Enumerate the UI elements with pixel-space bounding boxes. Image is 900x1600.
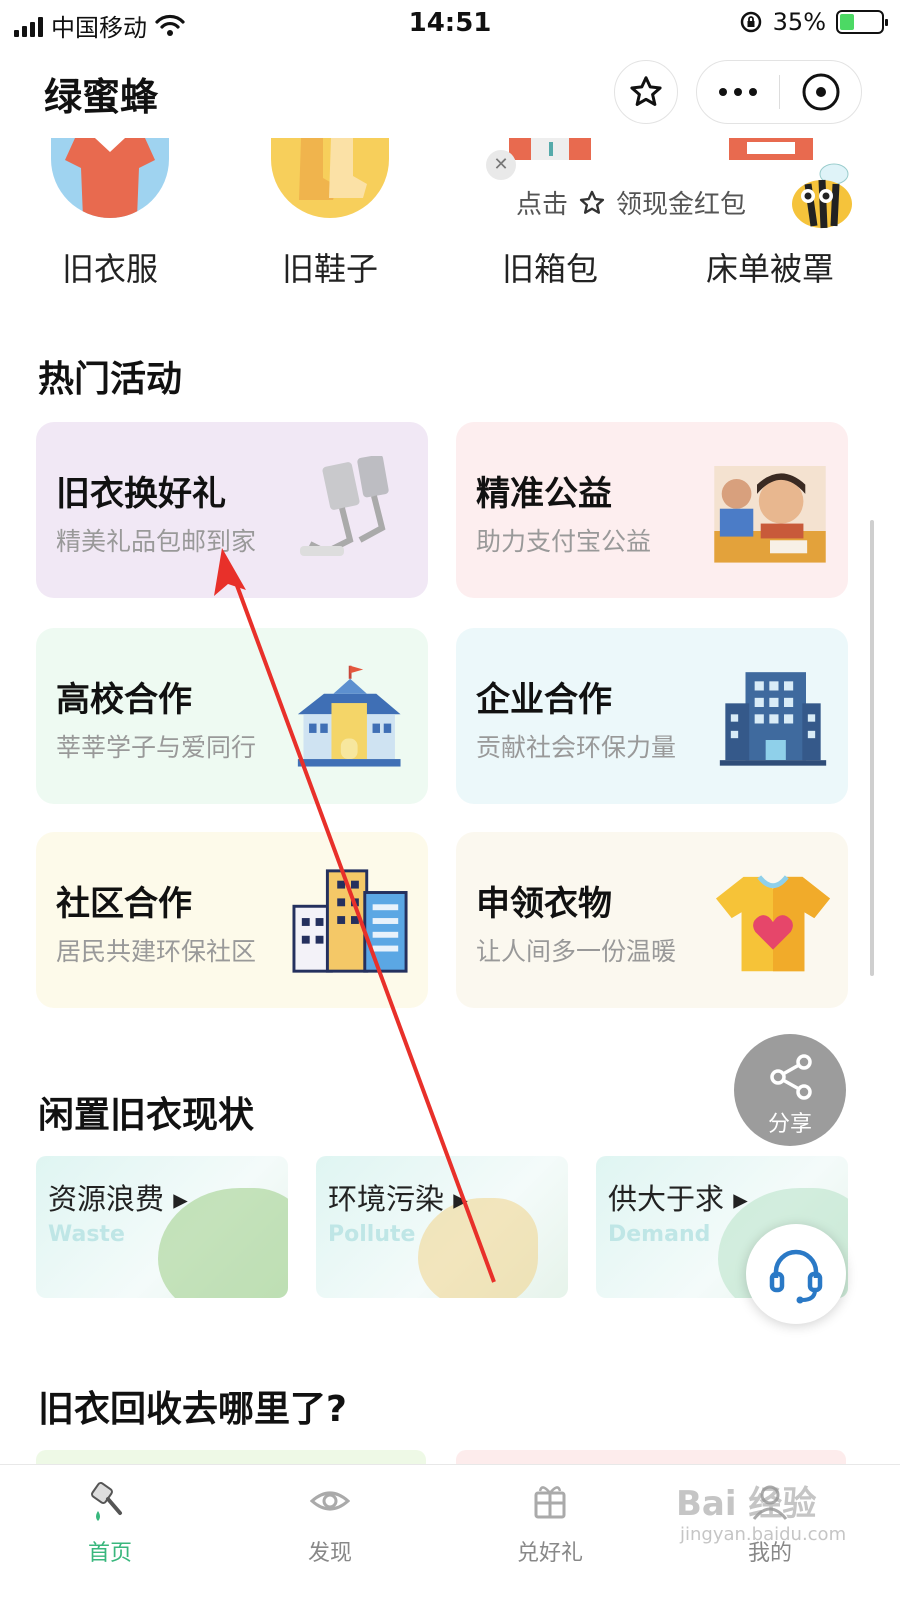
red-packet-label: 领现金红包 bbox=[616, 190, 747, 220]
card-precise-charity[interactable]: 精准公益 助力支付宝公益 bbox=[456, 422, 848, 598]
orientation-lock-icon bbox=[740, 11, 761, 33]
status-card-label: 供大于求 bbox=[608, 1182, 725, 1216]
star-icon bbox=[630, 76, 662, 106]
status-card-en: Pollute bbox=[328, 1222, 416, 1247]
share-button[interactable]: 分享 bbox=[734, 1034, 846, 1146]
card-subtitle: 居民共建环保社区 bbox=[56, 937, 257, 966]
status-card-title: 资源浪费 ▸ bbox=[48, 1182, 188, 1216]
card-title: 旧衣换好礼 bbox=[56, 474, 226, 514]
more-dots-icon bbox=[719, 88, 757, 96]
bee-mascot-icon bbox=[792, 163, 852, 229]
close-icon[interactable]: ✕ bbox=[486, 150, 516, 180]
gift-icon bbox=[534, 1486, 566, 1519]
school-icon bbox=[297, 665, 401, 767]
status-card-en: Waste bbox=[48, 1222, 125, 1247]
card-subtitle: 精美礼品包邮到家 bbox=[56, 527, 257, 556]
battery-percent: 35% bbox=[772, 8, 826, 36]
more-options-button[interactable] bbox=[697, 61, 779, 123]
card-clothes-for-gifts[interactable]: 旧衣换好礼 精美礼品包邮到家 bbox=[36, 422, 428, 598]
content-card-peek bbox=[456, 1450, 846, 1464]
children-photo bbox=[714, 466, 826, 563]
idle-clothes-status-title: 闲置旧衣现状 bbox=[38, 1095, 255, 1136]
card-apply-clothes[interactable]: 申领衣物 让人间多一份温暖 bbox=[456, 832, 848, 1008]
status-card-en: Demand bbox=[608, 1222, 711, 1247]
status-right: 35% bbox=[739, 8, 888, 36]
customer-service-button[interactable] bbox=[746, 1224, 846, 1324]
status-card-label: 资源浪费 bbox=[48, 1182, 165, 1216]
card-university-cooperation[interactable]: 高校合作 莘莘学子与爱同行 bbox=[36, 628, 428, 804]
status-card-pollute[interactable]: 环境污染 ▸ Pollute bbox=[316, 1156, 568, 1298]
card-enterprise-cooperation[interactable]: 企业合作 贡献社会环保力量 bbox=[456, 628, 848, 804]
tab-redeem-gifts[interactable]: 兑好礼 bbox=[470, 1465, 630, 1600]
page-title: 绿蜜蜂 bbox=[44, 75, 159, 119]
category-label: 旧箱包 bbox=[501, 250, 598, 288]
tab-discover[interactable]: 发现 bbox=[250, 1465, 410, 1600]
boots-icon bbox=[271, 138, 389, 218]
category-label: 旧衣服 bbox=[61, 250, 158, 288]
red-packet-prefix: 点击 bbox=[516, 190, 569, 220]
close-circle-icon bbox=[802, 73, 839, 111]
scrollbar[interactable] bbox=[870, 520, 874, 976]
card-community-cooperation[interactable]: 社区合作 居民共建环保社区 bbox=[36, 832, 428, 1008]
tab-label: 发现 bbox=[307, 1541, 352, 1566]
card-title: 高校合作 bbox=[56, 680, 192, 720]
red-packet-banner[interactable]: ✕ 点击 领现金红包 bbox=[486, 150, 866, 240]
tab-label: 兑好礼 bbox=[516, 1541, 583, 1566]
card-subtitle: 助力支付宝公益 bbox=[476, 527, 652, 556]
status-card-title: 环境污染 ▸ bbox=[328, 1182, 468, 1216]
community-buildings-icon bbox=[292, 869, 408, 973]
close-miniprogram-button[interactable] bbox=[780, 72, 861, 112]
phone-stand-icon bbox=[300, 456, 389, 556]
card-title: 企业合作 bbox=[476, 680, 612, 720]
card-title: 申领衣物 bbox=[476, 884, 612, 924]
where-did-clothes-go-title: 旧衣回收去哪里了? bbox=[38, 1389, 347, 1430]
category-label: 旧鞋子 bbox=[281, 250, 378, 288]
heart-tshirt-icon bbox=[715, 875, 831, 972]
category-used-clothes[interactable]: 旧衣服 bbox=[30, 138, 190, 290]
eye-icon bbox=[309, 1491, 351, 1511]
share-label: 分享 bbox=[767, 1112, 812, 1137]
card-subtitle: 让人间多一份温暖 bbox=[476, 937, 677, 966]
card-title: 精准公益 bbox=[476, 474, 612, 514]
office-building-icon bbox=[719, 672, 827, 766]
favorite-button[interactable] bbox=[614, 60, 678, 124]
miniprogram-capsule bbox=[696, 60, 862, 124]
red-packet-text: 点击 领现金红包 bbox=[516, 184, 746, 221]
category-label: 床单被罩 bbox=[705, 250, 834, 288]
card-subtitle: 贡献社会环保力量 bbox=[476, 733, 677, 762]
baidu-watermark-url: jingyan.baidu.com bbox=[680, 1524, 847, 1545]
tab-home[interactable]: 首页 bbox=[30, 1465, 190, 1600]
headset-icon bbox=[769, 1249, 823, 1304]
shirt-icon bbox=[51, 138, 169, 218]
hot-activities-title: 热门活动 bbox=[38, 359, 183, 400]
status-card-label: 环境污染 bbox=[328, 1182, 445, 1216]
content-card-peek bbox=[36, 1450, 426, 1464]
tab-label: 首页 bbox=[87, 1541, 132, 1566]
card-subtitle: 莘莘学子与爱同行 bbox=[56, 733, 257, 762]
status-card-title: 供大于求 ▸ bbox=[608, 1182, 748, 1216]
battery-icon bbox=[836, 10, 888, 34]
star-icon bbox=[579, 190, 605, 214]
baidu-watermark: Bai 经验 bbox=[676, 1484, 817, 1524]
card-title: 社区合作 bbox=[56, 884, 192, 924]
category-used-shoes[interactable]: 旧鞋子 bbox=[250, 138, 410, 290]
status-bar: 中国移动 14:51 35% bbox=[0, 0, 900, 46]
share-icon bbox=[770, 1054, 812, 1100]
home-broom-icon bbox=[91, 1482, 122, 1521]
status-card-waste[interactable]: 资源浪费 ▸ Waste bbox=[36, 1156, 288, 1298]
